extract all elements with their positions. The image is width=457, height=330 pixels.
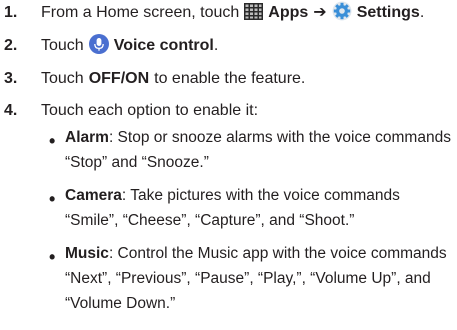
bullet-alarm-line-2: “Stop” and “Snooze.” [65, 152, 209, 174]
step-3-suffix: to enable the feature. [154, 70, 306, 87]
bullet-camera-line-1: Camera : Take pictures with the voice co… [65, 185, 400, 207]
bullet-music-line-3: “Volume Down.” [65, 293, 175, 315]
bullet-text: : Stop or snooze alarms with the voice c… [108, 129, 451, 146]
step-number: 3. [4, 70, 18, 87]
apps-grid-icon [244, 2, 264, 24]
step-1-suffix: . [419, 4, 425, 21]
voice-control-label: Voice control [113, 37, 214, 54]
settings-label: Settings [356, 4, 420, 21]
document-page: 1. From a Home screen, touch Apps ➔ Sett… [0, 0, 457, 330]
bullet-alarm-line-1: Alarm : Stop or snooze alarms with the v… [65, 127, 451, 149]
step-3-prefix: Touch [41, 70, 84, 87]
step-4-text: Touch each option to enable it: [41, 102, 259, 119]
step-1-prefix: From a Home screen, touch [41, 4, 240, 21]
bullet-text: : Control the Music app with the voice c… [108, 245, 447, 262]
step-2-prefix: Touch [41, 37, 84, 54]
bullet-camera-line-2: “Smile”, “Cheese”, “Capture”, and “Shoot… [65, 210, 354, 232]
bullet-text: “Stop” and “Snooze.” [65, 154, 209, 171]
bullet-title-camera: Camera [65, 187, 122, 204]
bullet-music-line-2: “Next”, “Previous”, “Pause”, “Play,”, “V… [65, 268, 431, 290]
apps-label: Apps [268, 4, 309, 21]
step-number: 4. [4, 102, 18, 119]
bullet-text: “Volume Down.” [65, 295, 176, 312]
bullet-title-alarm: Alarm [65, 129, 109, 146]
bullet-music-line-1: Music : Control the Music app with the v… [65, 243, 447, 265]
settings-gear-icon [332, 1, 352, 25]
step-2-suffix: . [213, 37, 219, 54]
arrow-icon: ➔ [313, 4, 327, 21]
step-number: 2. [4, 37, 18, 54]
bullet-text: “Next”, “Previous”, “Pause”, “Play,”, “V… [65, 270, 431, 287]
bullet-text: : Take pictures with the voice commands [121, 187, 400, 204]
voice-control-microphone-icon [88, 34, 109, 58]
bullet-marker: • [49, 247, 56, 267]
bullet-marker: • [49, 131, 56, 151]
bullet-text: “Smile”, “Cheese”, “Capture”, and “Shoot… [65, 212, 355, 229]
off-on-label: OFF/ON [88, 70, 150, 87]
bullet-marker: • [49, 189, 56, 209]
step-number: 1. [4, 4, 18, 21]
bullet-title-music: Music [65, 245, 109, 262]
